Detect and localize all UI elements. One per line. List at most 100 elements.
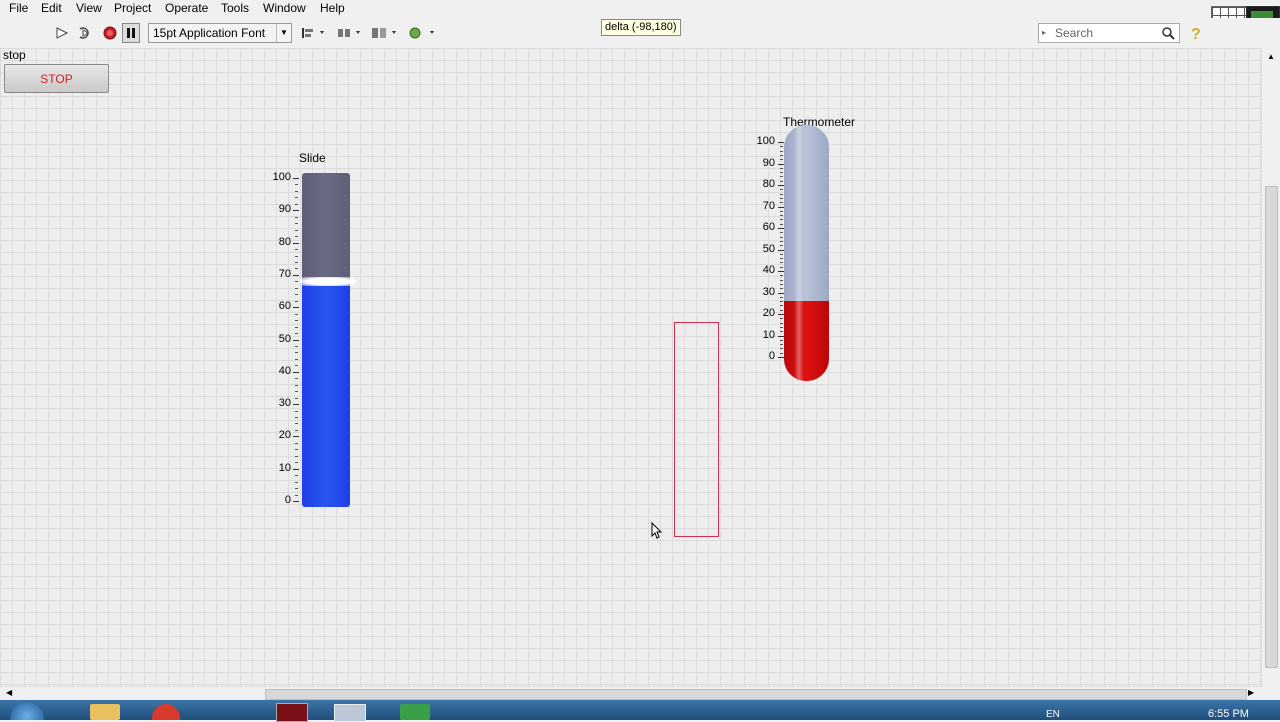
thermometer-minor-tick [780, 258, 783, 260]
help-button[interactable]: ? [1186, 23, 1206, 43]
thermometer-minor-tick [780, 159, 783, 161]
clock[interactable]: 6:55 PM [1208, 708, 1249, 720]
thermometer-minor-tick [780, 245, 783, 247]
thermometer-minor-tick [780, 322, 783, 324]
slide-major-tick [293, 242, 299, 244]
scroll-left-icon[interactable]: ◀ [6, 688, 12, 697]
horizontal-scrollbar[interactable]: ◀ ▶ [0, 686, 1262, 701]
thermometer-minor-tick [780, 339, 783, 341]
distribute-objects-button[interactable] [335, 23, 365, 43]
slide-minor-tick [295, 313, 298, 315]
slide-minor-tick [295, 455, 298, 457]
thermometer-minor-tick [780, 309, 783, 311]
thermometer-minor-tick [780, 219, 783, 221]
search-dropdown-icon: ▸ [1042, 28, 1047, 37]
thermometer-minor-tick [780, 305, 783, 307]
font-select[interactable]: 15pt Application Font ▼ [148, 23, 292, 43]
slide-tick-label: 100 [272, 171, 291, 183]
thermometer-minor-tick [780, 344, 783, 346]
align-objects-button[interactable] [299, 23, 329, 43]
pause-button[interactable] [122, 23, 140, 43]
slide-minor-tick [295, 442, 298, 444]
slide-minor-tick [295, 326, 298, 328]
start-button[interactable] [10, 702, 44, 720]
menu-edit[interactable]: Edit [41, 1, 62, 15]
thermometer-minor-tick [780, 232, 783, 234]
slide-major-tick [293, 404, 299, 406]
slide-track[interactable] [302, 173, 350, 507]
thermometer-tick-label: 40 [762, 264, 775, 276]
slide-minor-tick [295, 184, 298, 186]
thermometer-tick-label: 60 [762, 221, 775, 233]
thermometer-minor-tick [780, 180, 783, 182]
thermometer-tick-label: 30 [762, 285, 775, 298]
scroll-up-icon[interactable]: ▲ [1267, 52, 1275, 61]
resize-objects-button[interactable] [369, 23, 401, 43]
taskbar-app-ie[interactable] [90, 704, 120, 720]
slide-thumb[interactable] [300, 277, 356, 287]
slide-major-tick [293, 371, 299, 373]
abort-button[interactable] [101, 23, 119, 43]
slide-major-tick [293, 468, 299, 470]
front-panel[interactable] [0, 48, 1262, 686]
chevron-down-icon: ▼ [276, 24, 291, 42]
svg-text:?: ? [1191, 26, 1201, 43]
slide-major-tick [293, 274, 299, 276]
menu-help[interactable]: Help [320, 1, 345, 15]
run-button[interactable] [53, 23, 71, 43]
thermometer-minor-tick [780, 236, 783, 238]
thermometer-minor-tick [780, 352, 783, 354]
run-continuously-button[interactable] [75, 23, 95, 43]
thermometer-minor-tick [780, 210, 783, 212]
thermometer-minor-tick [780, 283, 783, 285]
thermometer-tick-label: 0 [768, 350, 775, 362]
slide-minor-tick [295, 423, 298, 425]
thermometer-minor-tick [780, 146, 783, 148]
horizontal-scroll-thumb[interactable] [265, 689, 1247, 700]
slide-tick-label: 20 [278, 429, 291, 442]
slide-minor-tick [295, 300, 298, 302]
slide-tick-label: 90 [278, 203, 291, 216]
thermometer-tick-label: 100 [756, 135, 775, 147]
thermometer-minor-tick [780, 348, 783, 350]
stop-button[interactable]: STOP [4, 64, 109, 93]
slide-minor-tick [295, 365, 298, 367]
menu-window[interactable]: Window [263, 1, 306, 15]
language-indicator[interactable]: EN [1046, 709, 1060, 720]
slide-tick-label: 0 [284, 494, 291, 506]
menu-file[interactable]: File [9, 1, 28, 15]
taskbar-app-labview[interactable] [276, 703, 308, 722]
taskbar-app-window[interactable] [334, 704, 366, 722]
slide-minor-tick [295, 449, 298, 451]
vertical-scrollbar[interactable]: ▲ [1261, 48, 1280, 686]
thermometer-minor-tick [780, 197, 783, 199]
slide-minor-tick [295, 268, 298, 270]
search-icon[interactable] [1161, 26, 1175, 40]
thermometer-minor-tick [780, 326, 783, 328]
search-placeholder: Search [1055, 26, 1094, 40]
search-input[interactable]: ▸ Search [1038, 23, 1180, 43]
align-icon [302, 28, 324, 38]
menu-view[interactable]: View [76, 1, 102, 15]
run-arrow-icon [56, 27, 69, 39]
thermometer-minor-tick [780, 318, 783, 320]
slide-major-tick [293, 436, 299, 438]
taskbar-app-chrome[interactable] [152, 704, 180, 720]
slide-minor-tick [295, 378, 298, 380]
menu-tools[interactable]: Tools [221, 1, 249, 15]
slide-tick-label: 80 [278, 235, 291, 248]
vertical-scroll-thumb[interactable] [1265, 186, 1278, 668]
menu-project[interactable]: Project [114, 1, 151, 15]
scroll-right-icon[interactable]: ▶ [1248, 688, 1254, 697]
slide-minor-tick [295, 345, 298, 347]
resize-icon [372, 28, 396, 38]
stop-label: stop [3, 48, 26, 62]
slide-minor-tick [295, 294, 298, 296]
reorder-button[interactable] [405, 23, 439, 43]
taskbar-app-camtasia[interactable] [400, 704, 430, 720]
thermometer-tick-label: 80 [762, 178, 775, 190]
slide-minor-tick [295, 197, 298, 199]
slide-minor-tick [295, 261, 298, 263]
menu-operate[interactable]: Operate [165, 1, 208, 15]
slide-minor-tick [295, 236, 298, 238]
